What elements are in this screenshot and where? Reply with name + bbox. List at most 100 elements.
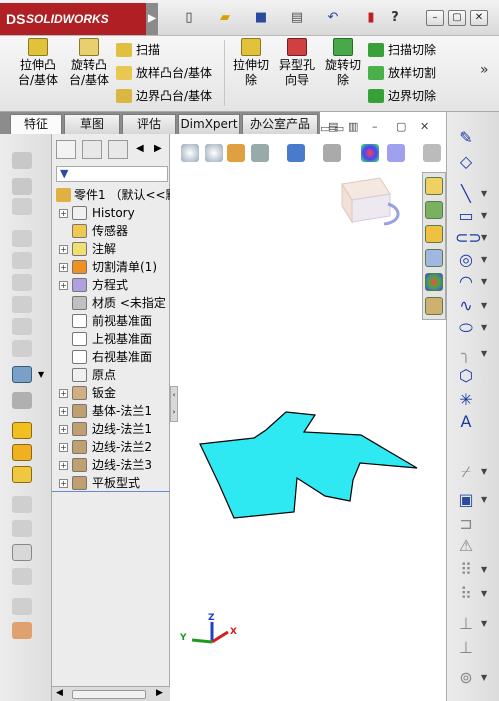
repair-sketch-icon[interactable]: ⊚ bbox=[455, 668, 477, 688]
text-icon[interactable]: A bbox=[455, 412, 477, 432]
fillet-icon[interactable]: ╮ bbox=[455, 344, 477, 364]
resources-home-icon[interactable] bbox=[425, 177, 443, 195]
insert-bends-icon[interactable] bbox=[12, 544, 32, 561]
tree-item[interactable]: + 边线-法兰1 bbox=[52, 420, 170, 438]
sheet-metal-tool-icon[interactable] bbox=[12, 152, 32, 169]
view-cube-icon[interactable] bbox=[341, 177, 400, 226]
tile-horizontal-icon[interactable]: ▤ bbox=[328, 120, 338, 133]
base-flange-icon[interactable] bbox=[12, 178, 32, 195]
flat-pattern-part[interactable] bbox=[199, 411, 418, 519]
flatten-icon[interactable] bbox=[12, 466, 32, 483]
corner-tool-icon[interactable] bbox=[12, 392, 32, 409]
view-palette-icon[interactable] bbox=[425, 249, 443, 267]
restore-button[interactable]: ▢ bbox=[448, 10, 466, 26]
display-relations-icon[interactable]: ⊥ bbox=[455, 614, 477, 634]
tree-item[interactable]: 材质 <未指定 bbox=[52, 294, 170, 312]
scroll-right-icon[interactable]: ▶ bbox=[156, 688, 163, 698]
tree-item[interactable]: 前视基准面 bbox=[52, 312, 170, 330]
tab-sketch[interactable]: 草图 bbox=[64, 114, 120, 134]
rip-icon[interactable] bbox=[12, 520, 32, 537]
linear-pattern-icon[interactable]: ⠿ bbox=[455, 560, 477, 580]
tree-item[interactable]: 传感器 bbox=[52, 222, 170, 240]
relations-dropdown-icon[interactable]: ▼ bbox=[481, 614, 489, 634]
revolve-boss-button[interactable]: 旋转凸 台/基体 bbox=[67, 38, 111, 88]
trim-entities-icon[interactable]: ⌿ bbox=[455, 462, 477, 482]
sweep-button[interactable]: 扫描 bbox=[116, 40, 160, 60]
repair-dropdown-icon[interactable]: ▼ bbox=[481, 668, 489, 688]
revolve-cut-button[interactable]: 旋转切 除 bbox=[322, 38, 364, 88]
viewport-restore-icon[interactable]: ▢ bbox=[396, 120, 406, 133]
expand-toggle-icon[interactable]: + bbox=[59, 263, 68, 272]
tree-item[interactable]: + 切割清单(1) bbox=[52, 258, 170, 276]
tree-horizontal-scrollbar[interactable]: ◀ ▶ bbox=[52, 686, 170, 701]
miter-flange-icon[interactable] bbox=[12, 230, 32, 247]
edge-flange-icon[interactable] bbox=[12, 198, 32, 215]
rectangle-dropdown-icon[interactable]: ▼ bbox=[481, 206, 489, 226]
dropdown-arrow-icon[interactable]: ▼ bbox=[38, 370, 44, 379]
sketched-bend-icon[interactable] bbox=[12, 296, 32, 313]
tree-item[interactable]: + 基体-法兰1 bbox=[52, 402, 170, 420]
help-icon[interactable]: ? bbox=[386, 10, 404, 26]
lofted-bend-icon[interactable] bbox=[12, 366, 32, 383]
tree-item[interactable]: + 注解 bbox=[52, 240, 170, 258]
traffic-light-icon[interactable]: ▮ bbox=[362, 10, 380, 26]
expand-toggle-icon[interactable]: + bbox=[59, 407, 68, 416]
ribbon-more-icon[interactable]: » bbox=[480, 62, 489, 78]
spline-icon[interactable]: ∿ bbox=[455, 296, 477, 316]
move-entities-icon[interactable]: ⠷ bbox=[455, 584, 477, 604]
rectangle-icon[interactable]: ▭ bbox=[455, 206, 477, 226]
offset-entities-icon[interactable]: ⊐ bbox=[455, 514, 477, 534]
viewport-minimize-icon[interactable]: – bbox=[372, 120, 378, 133]
panel-collapse-handle[interactable]: ‹ › bbox=[170, 386, 178, 422]
cross-break-icon[interactable] bbox=[12, 318, 32, 335]
close-button[interactable]: ✕ bbox=[470, 10, 488, 26]
expand-toggle-icon[interactable]: + bbox=[59, 479, 68, 488]
scroll-right-icon[interactable]: ▶ bbox=[154, 143, 162, 154]
closed-corner-icon[interactable] bbox=[12, 340, 32, 357]
configuration-manager-tab-icon[interactable] bbox=[108, 140, 128, 159]
solidworks-logo[interactable]: DS SOLIDWORKS ▶ bbox=[0, 3, 158, 35]
spline-dropdown-icon[interactable]: ▼ bbox=[481, 296, 489, 316]
tree-item[interactable]: 原点 bbox=[52, 366, 170, 384]
tab-features[interactable]: 特征 bbox=[10, 114, 62, 135]
viewport-canvas[interactable]: Z X Y bbox=[170, 134, 445, 701]
tab-dimxpert[interactable]: DimXpert bbox=[178, 114, 240, 134]
forming-tool-icon[interactable] bbox=[12, 568, 32, 585]
point-icon[interactable]: ✳ bbox=[455, 390, 477, 410]
tab-evaluate[interactable]: 评估 bbox=[122, 114, 176, 134]
expand-toggle-icon[interactable]: + bbox=[59, 245, 68, 254]
expand-toggle-icon[interactable]: + bbox=[59, 209, 68, 218]
trim-dropdown-icon[interactable]: ▼ bbox=[481, 462, 489, 482]
vent-icon[interactable] bbox=[12, 598, 32, 615]
lofted-cut-button[interactable]: 放样切割 bbox=[368, 63, 436, 83]
arc-icon[interactable]: ◠ bbox=[455, 272, 477, 292]
save-icon[interactable]: ■ bbox=[252, 10, 270, 26]
scrollbar-thumb[interactable] bbox=[72, 690, 146, 699]
slot-dropdown-icon[interactable]: ▼ bbox=[481, 228, 489, 248]
tree-item[interactable]: + 平板型式 bbox=[52, 474, 170, 492]
scroll-left-icon[interactable]: ◀ bbox=[136, 143, 144, 154]
expand-toggle-icon[interactable]: + bbox=[59, 389, 68, 398]
hem-icon[interactable] bbox=[12, 252, 32, 269]
jog-icon[interactable] bbox=[12, 274, 32, 291]
no-bends-icon[interactable] bbox=[12, 496, 32, 513]
extruded-cut-tool-icon[interactable] bbox=[12, 622, 32, 639]
minimize-button[interactable]: – bbox=[426, 10, 444, 26]
expand-toggle-icon[interactable]: + bbox=[59, 461, 68, 470]
print-icon[interactable]: ▤ bbox=[288, 10, 306, 26]
line-dropdown-icon[interactable]: ▼ bbox=[481, 184, 489, 204]
extrude-boss-button[interactable]: 拉伸凸 台/基体 bbox=[16, 38, 60, 88]
open-folder-icon[interactable]: ▰ bbox=[216, 10, 234, 26]
tree-item[interactable]: + History bbox=[52, 204, 170, 222]
pattern-dropdown-icon[interactable]: ▼ bbox=[481, 560, 489, 580]
add-relation-icon[interactable]: ⊥ bbox=[455, 638, 477, 658]
new-document-icon[interactable]: ▯ bbox=[180, 10, 198, 26]
tree-item[interactable]: + 钣金 bbox=[52, 384, 170, 402]
convert-dropdown-icon[interactable]: ▼ bbox=[481, 490, 489, 510]
fillet-dropdown-icon[interactable]: ▼ bbox=[481, 344, 489, 364]
tree-root-part[interactable]: 零件1 （默认<<默 bbox=[52, 186, 178, 204]
boundary-boss-button[interactable]: 边界凸台/基体 bbox=[116, 86, 212, 106]
sketch-icon[interactable]: ✎ bbox=[455, 128, 477, 148]
file-explorer-icon[interactable] bbox=[425, 225, 443, 243]
polygon-icon[interactable]: ⬡ bbox=[455, 366, 477, 386]
